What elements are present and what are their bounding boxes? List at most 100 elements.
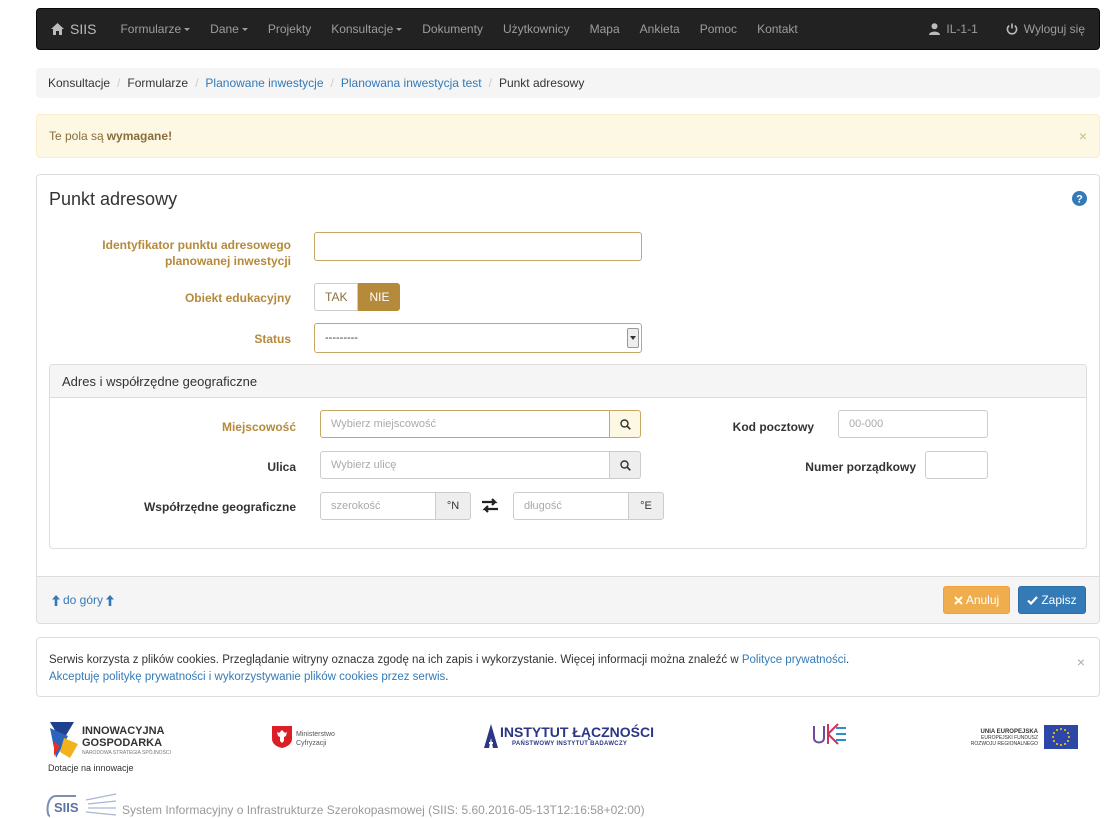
logout-label: Wyloguj się [1023, 22, 1085, 36]
breadcrumb-separator: / [117, 76, 121, 90]
breadcrumb-separator: / [195, 76, 199, 90]
address-point-panel: Punkt adresowy ? Identyfikator punktu ad… [36, 174, 1100, 624]
alert-bold-text: wymagane! [106, 129, 173, 143]
brand-label: SIIS [70, 21, 97, 37]
logout-link[interactable]: Wyloguj się [992, 9, 1099, 49]
breadcrumb-current: Punkt adresowy [498, 76, 585, 90]
chevron-down-icon [627, 328, 639, 348]
search-icon [619, 459, 631, 471]
cancel-label: Anuluj [965, 593, 1000, 607]
alert-close-button[interactable]: × [1079, 128, 1087, 144]
ig-logo-subtitle: NARODOWA STRATEGIA SPÓJNOŚCI [82, 750, 171, 756]
system-version-text: System Informacyjny o Infrastrukturze Sz… [122, 803, 645, 817]
privacy-policy-link[interactable]: Polityce prywatności [742, 654, 846, 666]
page-title: Punkt adresowy [49, 189, 178, 209]
close-icon [954, 595, 963, 605]
il-logo-title: INSTYTUT ŁĄCZNOŚCI [500, 724, 654, 740]
svg-text:SIIS: SIIS [54, 800, 79, 815]
breadcrumb-planowane-inwestycje[interactable]: Planowane inwestycje [205, 76, 323, 90]
user-name: IL-1-1 [946, 22, 978, 36]
form-footer: do góry Anuluj Zapisz [37, 576, 1099, 623]
nav-dane[interactable]: Dane [200, 9, 258, 49]
longitude-input[interactable]: długość [513, 492, 629, 520]
status-selected-value: --------- [325, 332, 358, 344]
nav-uzytkownicy[interactable]: Użytkownicy [493, 9, 580, 49]
address-subpanel: Adres i współrzędne geograficzne Miejsco… [49, 364, 1087, 549]
longitude-unit: °E [628, 492, 664, 520]
postal-code-input[interactable]: 00-000 [838, 410, 988, 438]
breadcrumb-konsultacje[interactable]: Konsultacje [48, 76, 110, 90]
nav-kontakt[interactable]: Kontakt [747, 9, 808, 49]
search-icon [619, 418, 631, 430]
siis-logo: SIIS [46, 793, 117, 817]
postal-code-label: Kod pocztowy [732, 420, 814, 434]
coordinates-label: Współrzędne geograficzne [143, 500, 296, 514]
nav-konsultacje[interactable]: Konsultacje [321, 9, 412, 49]
latitude-input[interactable]: szerokość [320, 492, 436, 520]
user-icon [929, 23, 941, 35]
svg-text:?: ? [1076, 194, 1083, 206]
street-search-button[interactable] [609, 451, 641, 479]
status-select[interactable]: --------- [314, 323, 642, 353]
arrow-up-icon [106, 594, 115, 606]
ig-logo-text: INNOWACYJNA GOSPODARKA [82, 725, 165, 749]
city-label: Miejscowość [221, 420, 296, 434]
city-input[interactable]: Wybierz miejscowość [320, 410, 610, 438]
nav-formularze[interactable]: Formularze [110, 9, 200, 49]
power-icon [1006, 23, 1018, 35]
cancel-button[interactable]: Anuluj [943, 586, 1010, 614]
required-fields-alert: Te pola są wymagane! × [36, 114, 1100, 158]
top-navbar: SIIS Formularze Dane Projekty Konsultacj… [36, 8, 1100, 50]
polish-eagle-icon [272, 726, 292, 748]
status-label: Status [254, 332, 291, 346]
identifier-input[interactable] [314, 232, 642, 261]
innowacyjna-gospodarka-logo [50, 722, 78, 758]
identifier-label: Identyfikator punktu adresowego planowan… [102, 238, 291, 268]
caret-down-icon [396, 27, 403, 31]
nav-ankieta[interactable]: Ankieta [630, 9, 690, 49]
back-to-top-link[interactable]: do góry [49, 593, 117, 607]
street-label: Ulica [267, 460, 296, 474]
breadcrumb-formularze[interactable]: Formularze [127, 76, 188, 90]
save-button[interactable]: Zapisz [1018, 586, 1086, 614]
instytut-lacznosci-icon [484, 724, 498, 748]
ig-logo-caption: Dotacje na innowacje [48, 763, 134, 773]
cookie-text: Serwis korzysta z plików cookies. Przegl… [49, 654, 739, 666]
nav-mapa[interactable]: Mapa [580, 9, 630, 49]
cookie-notice: Serwis korzysta z plików cookies. Przegl… [36, 637, 1100, 697]
caret-down-icon [184, 27, 191, 31]
breadcrumb-planowana-inwestycja-test[interactable]: Planowana inwestycja test [341, 76, 482, 90]
back-to-top-label: do góry [63, 593, 104, 607]
house-number-label: Numer porządkowy [805, 460, 916, 474]
eu-logo-text: UNIA EUROPEJSKA EUROPEJSKI FUNDUSZ ROZWO… [970, 729, 1038, 747]
arrow-up-icon [52, 594, 60, 606]
home-icon [51, 23, 64, 35]
swap-icon[interactable] [481, 498, 499, 513]
city-search-button[interactable] [609, 410, 641, 438]
check-icon [1027, 595, 1039, 605]
uke-logo-icon [813, 723, 846, 745]
address-subpanel-title: Adres i współrzędne geograficzne [50, 365, 1086, 398]
nav-pomoc[interactable]: Pomoc [690, 9, 747, 49]
brand-link[interactable]: SIIS [37, 9, 110, 49]
alert-text: Te pola są [49, 129, 104, 143]
breadcrumb-separator: / [488, 76, 492, 90]
caret-down-icon [241, 27, 248, 31]
house-number-input[interactable] [925, 451, 988, 479]
breadcrumb: Konsultacje / Formularze / Planowane inw… [36, 68, 1100, 98]
education-label: Obiekt edukacyjny [184, 291, 291, 305]
breadcrumb-separator: / [330, 76, 334, 90]
accept-cookies-link[interactable]: Akceptuję politykę prywatności i wykorzy… [49, 671, 445, 683]
education-yes-button[interactable]: TAK [314, 283, 359, 311]
nav-dokumenty[interactable]: Dokumenty [412, 9, 493, 49]
user-menu[interactable]: IL-1-1 [915, 9, 991, 49]
help-icon[interactable]: ? [1072, 191, 1087, 206]
nav-projekty[interactable]: Projekty [258, 9, 321, 49]
save-label: Zapisz [1041, 593, 1077, 607]
cookie-close-button[interactable]: × [1077, 654, 1085, 671]
latitude-unit: °N [435, 492, 471, 520]
education-no-button[interactable]: NIE [358, 283, 401, 311]
street-input[interactable]: Wybierz ulicę [320, 451, 610, 479]
ministry-logo-text: Ministerstwo Cyfryzacji [296, 731, 335, 747]
il-logo-subtitle: PAŃSTWOWY INSTYTUT BADAWCZY [512, 741, 628, 747]
